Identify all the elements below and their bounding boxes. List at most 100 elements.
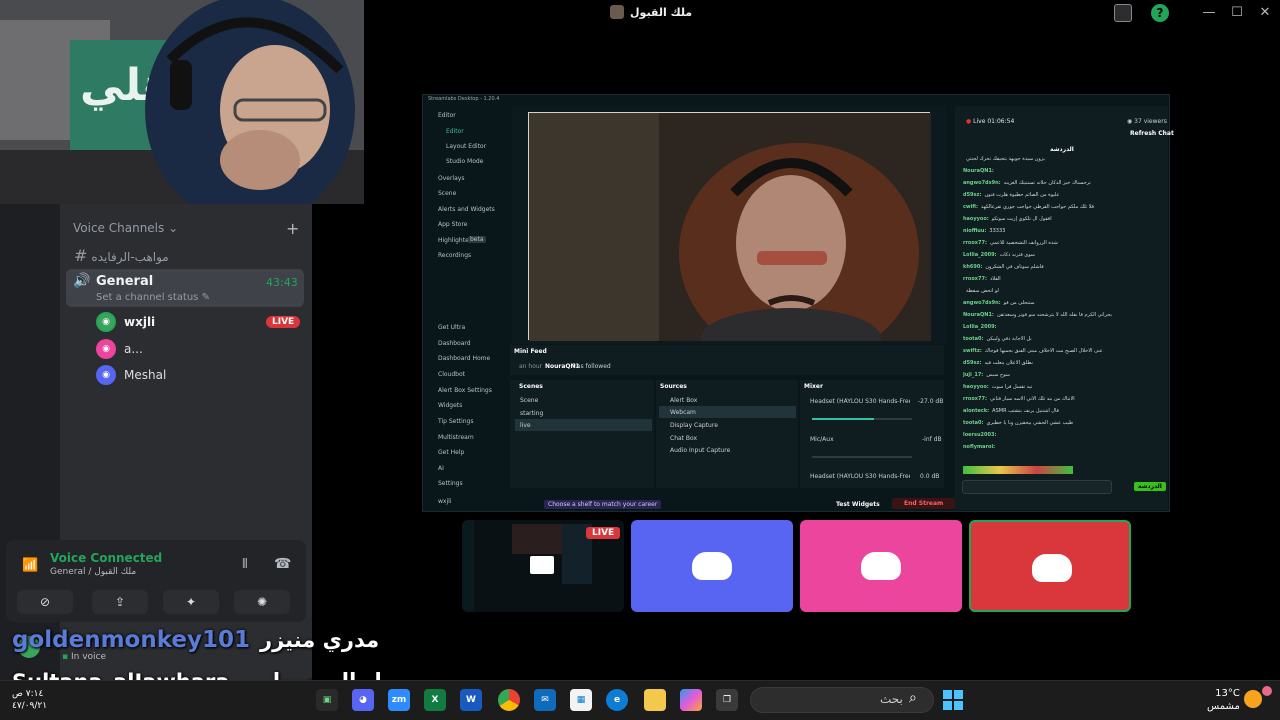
chat-username[interactable]: alonteck: <box>963 408 989 414</box>
minimize-button[interactable]: — <box>1200 4 1218 22</box>
discord-app-icon[interactable]: ◕ <box>352 689 374 711</box>
end-stream-button[interactable]: End Stream <box>892 498 956 509</box>
add-channel-icon[interactable]: + <box>286 219 299 238</box>
voice-member[interactable]: ◉ wxjli <box>96 312 155 332</box>
scene-item-live[interactable]: live <box>520 422 531 429</box>
nav-settings[interactable]: Settings <box>438 480 463 487</box>
test-widgets-button[interactable]: Test Widgets <box>836 501 880 508</box>
copilot-app-icon[interactable] <box>680 689 702 711</box>
chat-send-button[interactable]: الدردشة <box>1134 482 1166 491</box>
nav-layout-editor[interactable]: Layout Editor <box>446 143 486 150</box>
store-app-icon[interactable]: ▦ <box>570 689 592 711</box>
nav-user[interactable]: wxjli <box>438 498 451 505</box>
windows-start-icon[interactable] <box>943 690 963 710</box>
voice-connected-subtitle[interactable]: General / ملك القبول <box>50 567 136 577</box>
nav-widgets[interactable]: Widgets <box>438 402 462 409</box>
source-item[interactable]: Webcam <box>670 409 696 416</box>
chat-username[interactable]: angwo7ds9n: <box>963 180 1001 186</box>
nav-alert-box-settings[interactable]: Alert Box Settings <box>438 387 492 394</box>
nav-studio-mode[interactable]: Studio Mode <box>446 158 483 165</box>
window-app-icon[interactable]: ❐ <box>716 689 738 711</box>
close-button[interactable]: ✕ <box>1256 4 1274 22</box>
nav-highlighter[interactable]: Highlighter <box>438 237 471 244</box>
app-icon[interactable]: ▣ <box>316 689 338 711</box>
chat-username[interactable]: toota0: <box>963 336 984 342</box>
source-item[interactable]: Display Capture <box>670 422 718 429</box>
clock[interactable]: ٧:١٤ ص ٤٧/٠٩/٢١ <box>12 688 47 712</box>
source-item[interactable]: Audio Input Capture <box>670 447 730 454</box>
word-app-icon[interactable]: W <box>460 689 482 711</box>
chat-username[interactable]: haoyyoo: <box>963 384 989 390</box>
activities-button[interactable]: ✦ <box>163 590 219 614</box>
signal-icon[interactable]: 📶 <box>22 558 38 573</box>
chat-username[interactable]: rroox77: <box>963 276 987 282</box>
nav-get-ultra[interactable]: Get Ultra <box>438 324 465 331</box>
voice-channels-header[interactable]: Voice Channels ⌄ <box>73 221 178 235</box>
chat-username[interactable]: d59sz: <box>963 360 981 366</box>
disconnect-icon[interactable]: ☎ <box>274 556 291 572</box>
nav-multistream[interactable]: Multistream <box>438 434 474 441</box>
chat-username[interactable]: nioffiuu: <box>963 228 986 234</box>
chat-username[interactable]: d59sz: <box>963 192 981 198</box>
scene-item[interactable]: starting <box>520 410 543 417</box>
soundboard-button[interactable]: ✺ <box>234 590 290 614</box>
taskbar-search[interactable] <box>750 687 934 713</box>
nav-recordings[interactable]: Recordings <box>438 252 471 259</box>
source-item[interactable]: Alert Box <box>670 397 697 404</box>
voice-member[interactable]: ◉ a... <box>96 339 143 359</box>
camera-toggle-button[interactable]: ⊘ <box>17 590 73 614</box>
participant-tile[interactable] <box>631 520 793 612</box>
nav-get-help[interactable]: Get Help <box>438 449 464 456</box>
nav-app-store[interactable]: App Store <box>438 221 468 228</box>
chat-username[interactable]: NouraQN1: <box>963 168 994 174</box>
weather-widget[interactable]: 13°C مشمس <box>1207 687 1240 713</box>
stream-preview-webcam[interactable] <box>528 112 931 368</box>
nav-editor-sub[interactable]: Editor <box>446 128 464 135</box>
chat-username[interactable]: Lollia_2009: <box>963 324 997 330</box>
excel-app-icon[interactable]: X <box>424 689 446 711</box>
nav-alerts-widgets[interactable]: Alerts and Widgets <box>438 206 495 213</box>
chat-username[interactable]: kh690: <box>963 264 982 270</box>
voice-member[interactable]: ◉ Meshal <box>96 365 166 385</box>
zoom-app-icon[interactable]: zm <box>388 689 410 711</box>
chat-username[interactable]: rroox77: <box>963 240 987 246</box>
shelf-hint[interactable]: Choose a shelf to match your career <box>544 500 662 509</box>
chat-username[interactable]: Juji_17: <box>963 372 983 378</box>
help-icon[interactable]: ? <box>1151 4 1169 22</box>
voice-connected-title[interactable]: Voice Connected <box>50 551 162 565</box>
nav-ai[interactable]: AI <box>438 465 444 472</box>
outlook-app-icon[interactable]: ✉ <box>534 689 556 711</box>
inbox-icon[interactable] <box>1114 4 1132 22</box>
participant-tile[interactable] <box>800 520 962 612</box>
participant-tile-speaking[interactable] <box>969 520 1131 612</box>
nav-dashboard[interactable]: Dashboard <box>438 340 471 347</box>
chat-username[interactable]: rroox77: <box>963 396 987 402</box>
chat-username[interactable]: Lollia_2009: <box>963 252 997 258</box>
nav-cloudbot[interactable]: Cloudbot <box>438 371 465 378</box>
file-explorer-icon[interactable] <box>644 689 666 711</box>
chrome-app-icon[interactable] <box>498 689 520 711</box>
nav-tip-settings[interactable]: Tip Settings <box>438 418 473 425</box>
chat-username[interactable]: haoyyoo: <box>963 216 989 222</box>
scene-item-selected[interactable] <box>515 419 652 431</box>
chat-input[interactable] <box>962 480 1112 494</box>
volume-slider[interactable] <box>812 418 912 420</box>
refresh-chat-button[interactable]: Refresh Chat <box>1130 130 1174 137</box>
text-channel[interactable]: # مواهب-الرفايده <box>74 246 169 265</box>
chat-username[interactable]: cwifi: <box>963 204 978 210</box>
chat-username[interactable]: swiftz: <box>963 348 982 354</box>
nav-overlays[interactable]: Overlays <box>438 175 464 182</box>
chat-username[interactable]: toota0: <box>963 420 984 426</box>
maximize-button[interactable]: ☐ <box>1228 4 1246 22</box>
chat-username[interactable]: noflymaroi: <box>963 444 995 450</box>
nav-scene[interactable]: Scene <box>438 190 456 197</box>
nav-dashboard-home[interactable]: Dashboard Home <box>438 355 490 362</box>
source-item[interactable]: Chat Box <box>670 435 697 442</box>
chat-username[interactable]: loersu2003: <box>963 432 996 438</box>
volume-slider[interactable] <box>812 456 912 458</box>
noise-suppression-icon[interactable]: ⦀ <box>242 557 248 572</box>
scene-item[interactable]: Scene <box>520 397 538 404</box>
edge-app-icon[interactable]: e <box>606 689 628 711</box>
chat-username[interactable]: angwo7ds9n: <box>963 300 1001 306</box>
channel-status-button[interactable]: Set a channel status ✎ <box>96 292 210 303</box>
